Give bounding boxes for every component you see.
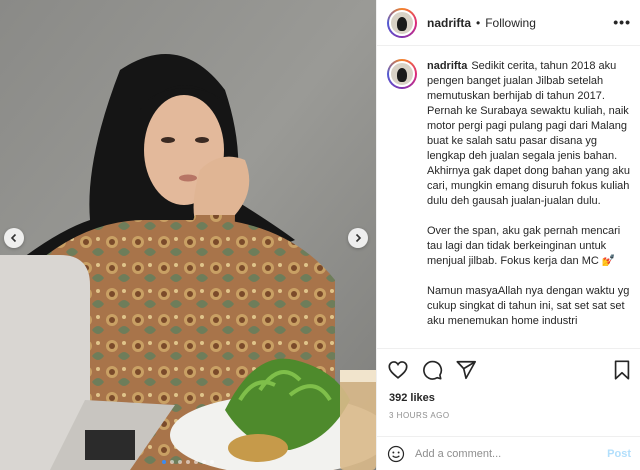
emoji-icon[interactable] <box>387 445 405 463</box>
chevron-left-icon <box>10 233 17 243</box>
comment-bar: Post <box>377 436 640 470</box>
next-slide-button[interactable] <box>348 228 368 248</box>
more-horizontal-icon[interactable]: ••• <box>613 14 631 30</box>
caption-area: nadrifta Sedikit cerita, tahun 2018 aku p… <box>377 47 640 347</box>
action-bar <box>377 348 640 388</box>
post-comment-button[interactable]: Post <box>607 448 631 460</box>
likes-count[interactable]: 392 likes <box>389 392 435 404</box>
header-username[interactable]: nadrifta <box>427 16 471 30</box>
comment-icon[interactable] <box>421 359 443 381</box>
avatar[interactable] <box>387 7 417 38</box>
carousel-indicator <box>0 460 376 464</box>
header-separator: • <box>476 15 481 30</box>
carousel-dot <box>202 460 206 464</box>
previous-slide-button[interactable] <box>4 228 24 248</box>
caption-username[interactable]: nadrifta <box>427 60 467 72</box>
caption-paragraph-text: Sedikit cerita, tahun 2018 aku pengen ba… <box>427 60 631 207</box>
post-photo[interactable] <box>0 0 376 470</box>
carousel-dot <box>178 460 182 464</box>
bookmark-icon[interactable] <box>611 359 633 381</box>
carousel-dot <box>210 460 214 464</box>
caption-avatar[interactable] <box>387 59 417 89</box>
post-header: nadrifta • Following ••• <box>377 0 640 46</box>
heart-icon[interactable] <box>387 359 409 381</box>
post-details-panel: nadrifta • Following ••• nadrifta Sedikit… <box>376 0 640 470</box>
caption-paragraph: nadrifta Sedikit cerita, tahun 2018 aku p… <box>427 59 631 209</box>
follow-button[interactable]: Following <box>485 16 536 30</box>
caption-paragraph: Over the span, aku gak pernah mencari ta… <box>427 225 621 267</box>
post-image <box>0 0 376 470</box>
carousel-dot <box>194 460 198 464</box>
share-icon[interactable] <box>455 359 477 381</box>
chevron-right-icon <box>355 233 362 243</box>
carousel-dot <box>186 460 190 464</box>
caption-text: nadrifta Sedikit cerita, tahun 2018 aku p… <box>427 59 631 347</box>
comment-input[interactable] <box>415 447 585 460</box>
carousel-dot <box>170 460 174 464</box>
caption-paragraph: Namun masyaAllah nya dengan waktu yg cuk… <box>427 285 630 327</box>
post-timestamp[interactable]: 3 HOURS AGO <box>389 411 450 420</box>
carousel-dot <box>162 460 166 464</box>
